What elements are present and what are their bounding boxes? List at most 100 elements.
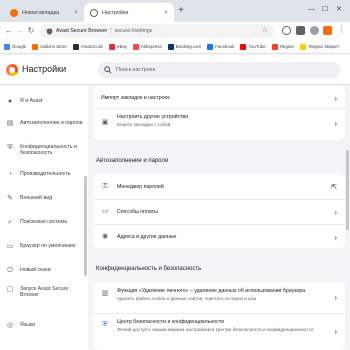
close-tab-icon[interactable]: × [162,10,170,16]
extension-icon[interactable] [296,26,305,35]
forward-button[interactable]: → [14,25,24,37]
bookmark-amazon[interactable]: Amazon.de [72,43,103,50]
palette-icon: ✎ [7,195,13,202]
maximize-button[interactable]: ☐ [322,5,328,15]
power-icon: ⏻ [7,267,13,274]
sidebar-item-me-and-avast[interactable]: ● Я и Avast [0,98,84,106]
launch-icon: ▢ [6,286,14,293]
sidebar-item-autofill[interactable]: ▤ Автозаполнение и пароли [0,120,84,128]
privacy-section-title: Конфиденциальность и безопасность [96,266,202,272]
bookmark-aliexpress[interactable]: AliExpress [133,43,162,50]
tab-label: Настройки [102,9,129,16]
card-icon: ▭ [101,208,109,215]
trash-icon: ▥ [101,290,109,297]
address-bar[interactable]: Avast Secure Browser | secure://settings… [40,24,274,38]
security-center-label: Центр безопасности и конфиденциальности [117,319,224,325]
avast-shield-icon [46,27,53,35]
clear-data-row[interactable]: ▥ Функция «Удаление личного» – удаление … [93,286,345,308]
security-center-sub: Легкий доступ к самым важным настройкам … [117,327,314,332]
close-tab-icon[interactable]: × [72,10,80,16]
close-window-button[interactable]: ✕ [336,5,342,15]
bookmark-booking[interactable]: Booking.com [167,43,201,50]
bookmark-yandex-market[interactable]: Яндекс Маркет [300,43,339,50]
addons-store-icon [32,43,39,50]
key-icon: ⚿ [102,183,108,190]
sidebar-item-privacy[interactable]: ⛨ Конфиденциальность и безопасность [0,144,84,157]
tab-settings[interactable]: Настройки × [84,3,174,22]
sidebar-item-launch[interactable]: ▢ Запуск Avast Secure Browser [0,286,84,299]
bookmark-facebook[interactable]: Facebook [207,43,234,50]
main-scrollbar[interactable] [346,150,349,230]
yandex-market-icon [300,43,307,50]
google-icon [4,43,10,50]
clear-data-label: Функция «Удаление личного» – удаление да… [117,288,306,294]
chevron-right-icon: › [334,118,337,128]
minimize-button[interactable]: — [308,5,315,15]
gear-icon [90,8,98,17]
divider [93,224,345,225]
setup-devices-row[interactable]: ▣ Настроить другие устройства Берите зак… [93,112,345,134]
bookmarks-bar: Google Addons Store Amazon.de eBay AliEx… [0,40,350,54]
sidebar-item-performance[interactable]: ◔ Производительность [0,171,84,179]
bookmark-youtube[interactable]: YouTube [240,43,266,50]
menu-icon[interactable]: ⋮ [337,26,346,35]
toolbar: ← → ↻ Avast Secure Browser | secure://se… [0,22,350,40]
amazon-icon [72,43,79,50]
search-icon [104,66,112,74]
security-center-row[interactable]: ⛨ Центр безопасности и конфиденциальност… [93,317,345,345]
youtube-icon [240,43,247,50]
import-bookmarks-row[interactable]: Импорт закладок и настроек › [93,92,345,104]
addresses-row[interactable]: ◉ Адреса и другие данные › [93,228,345,246]
payment-methods-row[interactable]: ▭ Способы оплаты › [93,203,345,221]
settings-search-input[interactable]: Поиск настроек [98,62,340,78]
divider [93,108,345,109]
reload-button[interactable]: ↻ [26,25,36,37]
shield-icon: ⛨ [7,144,13,151]
bookmark-google[interactable]: Google [4,43,26,50]
profile-avatar[interactable] [310,26,319,35]
sidebar-scrollbar[interactable] [84,176,87,276]
ebay-icon [109,43,115,50]
bookmark-star-icon[interactable]: ☆ [262,26,268,34]
avast-extension-icon[interactable] [323,26,332,35]
bookmark-yandex[interactable]: Яндекс [271,43,294,50]
sidebar-item-appearance[interactable]: ✎ Внешний вид [0,195,84,203]
tab-new-tab[interactable]: Новая вкладка × [4,3,84,22]
password-manager-row[interactable]: ⚿ Менеджер паролей ⇱ [93,178,345,196]
settings-main: Импорт закладок и настроек › ▣ Настроить… [88,86,350,350]
back-button[interactable]: ← [4,25,14,37]
person-icon: ● [7,98,13,105]
performance-icon: ◔ [7,171,13,178]
new-tab-button[interactable]: + [176,6,186,16]
external-link-icon: ⇱ [331,184,337,191]
sidebar-item-languages[interactable]: ◎ Языки [0,322,84,330]
chevron-right-icon: › [334,93,337,103]
sidebar-item-default-browser[interactable]: ▭ Браузер по умолчанию [0,243,84,251]
chevron-right-icon: › [334,207,337,217]
browser-brand-label: Avast Secure Browser [56,28,108,34]
divider [93,313,345,314]
setup-devices-sub: Берите закладки с собой [117,122,171,127]
search-placeholder: Поиск настроек [116,67,155,73]
facebook-icon [207,43,214,50]
aliexpress-icon [133,43,140,50]
sidebar-item-new-session[interactable]: ⏻ Новый сеанс [0,267,84,275]
import-card: Импорт закладок и настроек › ▣ Настроить… [93,86,345,140]
browser-icon: ▭ [6,243,14,250]
chevron-right-icon: › [334,292,337,302]
setup-devices-label: Настроить другие устройства [117,114,189,120]
clear-data-sub: Удалить файлы cookie и данные сайтов, оч… [117,296,257,301]
booking-icon [167,43,174,50]
location-icon: ◉ [101,233,109,240]
bookmark-ebay[interactable]: eBay [109,43,127,50]
avast-favicon-icon [10,8,18,17]
autofill-card: ⚿ Менеджер паролей ⇱ ▭ Способы оплаты › … [93,174,345,248]
security-icon[interactable] [282,26,291,35]
sidebar: ● Я и Avast ▤ Автозаполнение и пароли ⛨ … [0,86,88,350]
tab-strip: Новая вкладка × Настройки × + — ☐ ✕ [0,0,350,22]
autofill-icon: ▤ [6,120,14,127]
sidebar-item-search-engine[interactable]: ⌕ Поисковая система [0,219,84,227]
bookmark-addons-store[interactable]: Addons Store [32,43,67,50]
url-text: secure://settings [114,28,153,34]
divider [93,199,345,200]
